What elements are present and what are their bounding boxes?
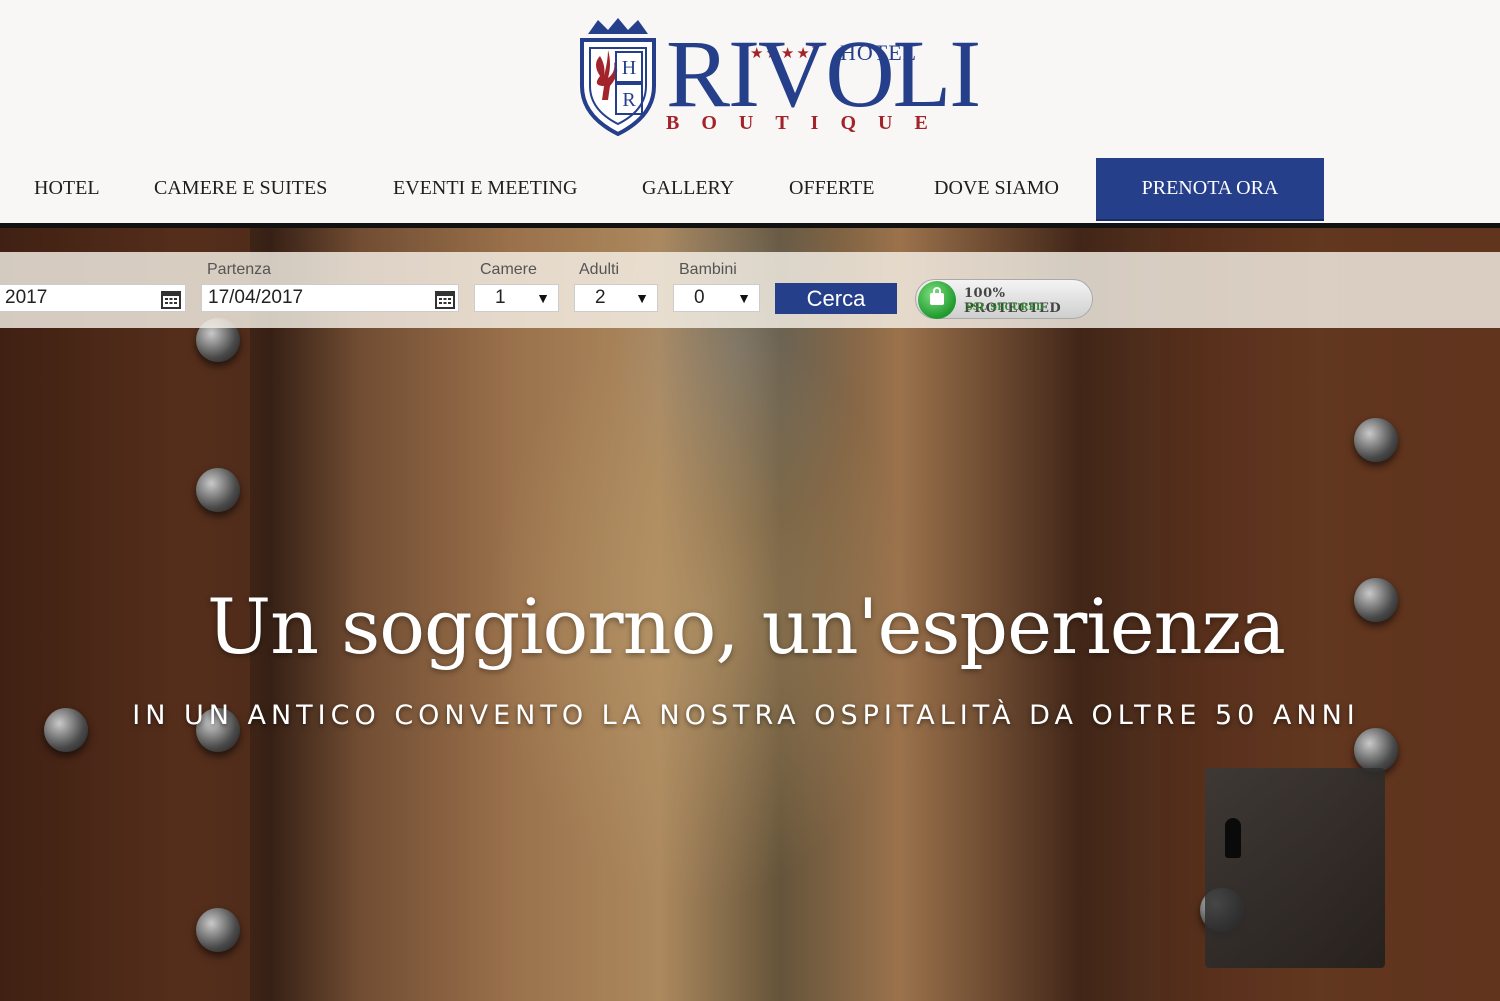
crest-icon: H R [580,18,656,136]
nav-item-dove-siamo[interactable]: DOVE SIAMO [934,158,1059,218]
keyhole [1225,818,1241,858]
dropdown-arrow-icon: ▼ [635,290,649,306]
hero-title: Un soggiorno, un'esperienza [207,582,1286,671]
hotel-logo[interactable]: H R ★★★★S HOTEL RIVOLI BOUTIQUE [578,12,981,137]
adults-select[interactable]: 2 ▼ [574,284,658,312]
crest-letter-r: R [622,89,636,111]
ssl-subtitle: SSL SECURED [966,303,1045,313]
nav-item-offerte[interactable]: OFFERTE [789,158,874,218]
ssl-secured-badge: 100% PROTECTED SSL SECURED [915,279,1093,319]
children-label: Bambini [679,261,737,278]
logo-name: RIVOLI [666,20,981,127]
arrival-date-input[interactable]: 2017 [0,284,186,312]
calendar-icon[interactable] [435,289,455,309]
dropdown-arrow-icon: ▼ [737,290,751,306]
rooms-select[interactable]: 1 ▼ [474,284,559,312]
departure-date-input[interactable]: 17/04/2017 [201,284,459,312]
nav-item-gallery[interactable]: GALLERY [642,158,734,218]
book-now-button[interactable]: PRENOTA ORA [1096,158,1324,221]
door-stud [196,468,240,512]
children-select[interactable]: 0 ▼ [673,284,760,312]
nav-item-hotel[interactable]: HOTEL [34,158,100,218]
calendar-icon[interactable] [161,289,181,309]
search-button[interactable]: Cerca [775,283,897,314]
door-lock-plate [1205,768,1385,968]
lock-icon [930,287,944,305]
departure-label: Partenza [207,261,272,278]
hero-subtitle: IN UN ANTICO CONVENTO LA NOSTRA OSPITALI… [132,700,1360,731]
door-stud [1354,418,1398,462]
door-stud [1354,728,1398,772]
nav-item-eventi-e-meeting[interactable]: EVENTI E MEETING [393,158,577,218]
adults-label: Adulti [579,261,620,278]
dropdown-arrow-icon: ▼ [536,290,550,306]
main-nav: HOTEL CAMERE E SUITES EVENTI E MEETING G… [0,158,1500,221]
rooms-label: Camere [480,261,537,278]
logo-tagline: BOUTIQUE [666,112,950,134]
ssl-shield-icon [918,281,956,319]
booking-bar: 2017 Partenza 17/04/2017 Camere 1 ▼ Adult… [0,252,1500,328]
door-stud [196,908,240,952]
crest-letter-h: H [622,57,636,79]
site-header: H R ★★★★S HOTEL RIVOLI BOUTIQUE HOTEL CA… [0,0,1500,228]
nav-item-camere-e-suites[interactable]: CAMERE E SUITES [154,158,327,218]
